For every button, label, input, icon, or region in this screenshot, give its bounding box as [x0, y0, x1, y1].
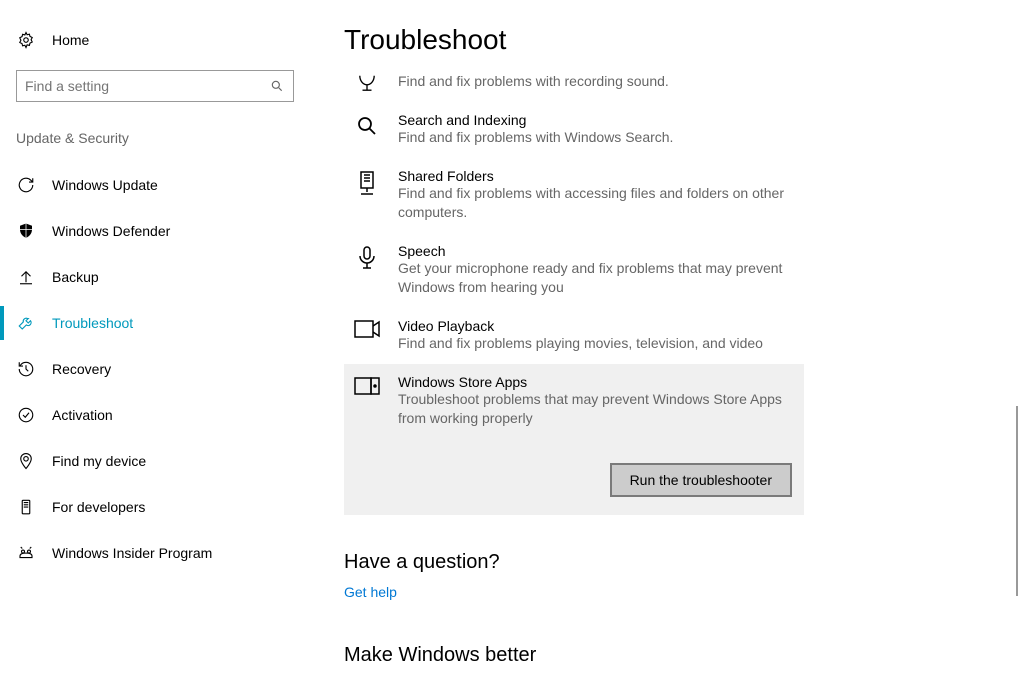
troubleshoot-item-store-apps[interactable]: Windows Store Apps Troubleshoot problems… — [344, 364, 804, 515]
sidebar-item-windows-defender[interactable]: Windows Defender — [0, 208, 310, 254]
video-icon — [354, 318, 380, 354]
troubleshoot-item-speech[interactable]: Speech Get your microphone ready and fix… — [344, 233, 804, 308]
sidebar-item-label: For developers — [52, 499, 145, 515]
shield-icon — [16, 221, 36, 241]
home-nav[interactable]: Home — [0, 0, 310, 70]
troubleshoot-desc: Find and fix problems with recording sou… — [398, 72, 794, 92]
troubleshoot-title: Search and Indexing — [398, 112, 794, 128]
troubleshoot-desc: Troubleshoot problems that may prevent W… — [398, 390, 794, 429]
question-heading: Have a question? — [344, 551, 1019, 574]
troubleshoot-item-search[interactable]: Search and Indexing Find and fix problem… — [344, 102, 804, 158]
sidebar-item-label: Windows Update — [52, 177, 158, 193]
sidebar-item-label: Troubleshoot — [52, 315, 133, 331]
record-icon — [354, 72, 380, 92]
search-input[interactable] — [25, 78, 269, 94]
location-icon — [16, 451, 36, 471]
troubleshoot-title: Windows Store Apps — [398, 374, 794, 390]
search-icon — [269, 78, 285, 94]
store-icon — [354, 374, 380, 497]
insider-icon — [16, 543, 36, 563]
main-content: Troubleshoot Find and fix problems with … — [310, 0, 1019, 675]
sidebar-item-label: Backup — [52, 269, 99, 285]
improve-heading: Make Windows better — [344, 644, 1019, 667]
sidebar-item-activation[interactable]: Activation — [0, 392, 310, 438]
sidebar-item-label: Windows Insider Program — [52, 545, 212, 561]
page-title: Troubleshoot — [344, 0, 1019, 62]
sidebar-item-label: Windows Defender — [52, 223, 170, 239]
mic-icon — [354, 243, 380, 298]
gear-icon — [16, 30, 36, 50]
troubleshoot-title: Shared Folders — [398, 168, 794, 184]
troubleshoot-title: Video Playback — [398, 318, 794, 334]
sidebar-item-recovery[interactable]: Recovery — [0, 346, 310, 392]
get-help-link[interactable]: Get help — [344, 584, 397, 600]
search-mag-icon — [354, 112, 380, 148]
settings-sidebar: Home Update & Security Windows Update Wi… — [0, 0, 310, 675]
troubleshoot-desc: Find and fix problems playing movies, te… — [398, 334, 794, 354]
sidebar-item-insider[interactable]: Windows Insider Program — [0, 530, 310, 576]
sidebar-category: Update & Security — [0, 130, 310, 162]
backup-icon — [16, 267, 36, 287]
search-box[interactable] — [16, 70, 294, 102]
sidebar-item-find-my-device[interactable]: Find my device — [0, 438, 310, 484]
sidebar-item-for-developers[interactable]: For developers — [0, 484, 310, 530]
check-circle-icon — [16, 405, 36, 425]
wrench-icon — [16, 313, 36, 333]
sidebar-item-label: Activation — [52, 407, 113, 423]
sidebar-item-backup[interactable]: Backup — [0, 254, 310, 300]
sidebar-item-troubleshoot[interactable]: Troubleshoot — [0, 300, 310, 346]
history-icon — [16, 359, 36, 379]
sync-icon — [16, 175, 36, 195]
developer-icon — [16, 497, 36, 517]
home-label: Home — [52, 32, 89, 48]
troubleshoot-item-video[interactable]: Video Playback Find and fix problems pla… — [344, 308, 804, 364]
troubleshoot-item-recording[interactable]: Find and fix problems with recording sou… — [344, 62, 804, 102]
scrollbar-thumb[interactable] — [1016, 406, 1018, 596]
shared-folder-icon — [354, 168, 380, 223]
sidebar-item-windows-update[interactable]: Windows Update — [0, 162, 310, 208]
sidebar-item-label: Find my device — [52, 453, 146, 469]
troubleshoot-item-shared-folders[interactable]: Shared Folders Find and fix problems wit… — [344, 158, 804, 233]
sidebar-item-label: Recovery — [52, 361, 111, 377]
troubleshoot-desc: Get your microphone ready and fix proble… — [398, 259, 794, 298]
troubleshoot-desc: Find and fix problems with Windows Searc… — [398, 128, 794, 148]
run-troubleshooter-button[interactable]: Run the troubleshooter — [610, 463, 792, 497]
troubleshoot-desc: Find and fix problems with accessing fil… — [398, 184, 794, 223]
troubleshoot-title: Speech — [398, 243, 794, 259]
